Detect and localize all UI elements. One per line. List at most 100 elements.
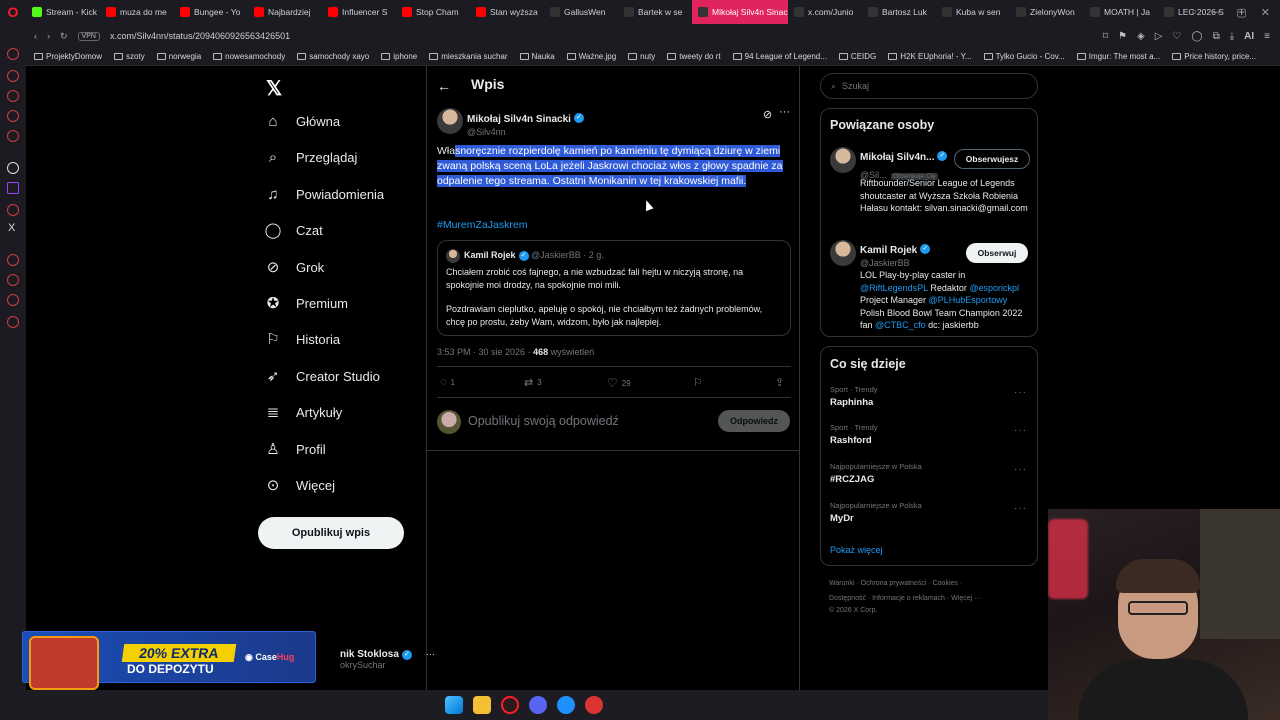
back-arrow-icon[interactable]: ← <box>437 78 451 94</box>
download-icon[interactable]: ⤓ <box>1230 31 1234 42</box>
bookmark-item[interactable]: mieszkania suchar <box>429 52 508 61</box>
browser-tab[interactable]: Kuba w sen <box>936 0 1010 24</box>
bookmark-item[interactable]: CEIDG <box>838 52 876 61</box>
ad-banner[interactable]: 20% EXTRA DO DEPOZYTU ◉ CaseHug <box>22 631 316 690</box>
bookmark-page-icon[interactable]: ⚑ <box>1118 31 1127 42</box>
discord-icon[interactable] <box>529 696 547 714</box>
person-2-info[interactable]: Kamil Rojek ✓ @JaskierBB <box>860 240 931 268</box>
post-button[interactable]: Opublikuj wpis <box>258 517 404 549</box>
minimize-icon[interactable]: — <box>1211 6 1222 18</box>
footer-links[interactable]: Dostępność · Informacje o reklamach · Wi… <box>829 595 981 602</box>
profile-icon[interactable]: ◯ <box>1191 31 1202 42</box>
author-handle[interactable]: @Silv4nn <box>467 127 584 137</box>
browser-tab[interactable]: Stop Cham <box>396 0 470 24</box>
author-avatar[interactable] <box>437 108 463 134</box>
browser-tab[interactable]: Najbardziej <box>248 0 322 24</box>
sidebar-app-icon[interactable] <box>7 48 19 60</box>
shield-icon[interactable]: ◈ <box>1137 31 1145 42</box>
bookmark-action[interactable]: ⚐ <box>693 376 703 389</box>
windows-start-icon[interactable] <box>445 696 463 714</box>
reply-action[interactable]: ◌ 1 <box>440 376 455 388</box>
heart-icon[interactable]: ♡ <box>1172 31 1181 42</box>
bookmark-item[interactable]: szoty <box>114 52 145 61</box>
sidebar-app-icon[interactable] <box>7 294 19 306</box>
sidebar-app-icon[interactable] <box>7 90 19 102</box>
nav-item-chat[interactable]: ◯ Czat <box>264 221 323 239</box>
bookmark-item[interactable]: samochody xayo <box>297 52 369 61</box>
bio-link[interactable]: @esporickpl <box>969 283 1019 293</box>
back-icon[interactable]: ‹ <box>34 31 37 41</box>
bookmark-item[interactable]: nowesamochody <box>213 52 285 61</box>
bookmark-item[interactable]: Nauka <box>519 52 555 61</box>
post-hashtag[interactable]: #MuremZaJaskrem <box>437 219 527 231</box>
nav-item-user[interactable]: ♙ Profil <box>264 440 325 458</box>
nav-item-bookmark[interactable]: ⚐ Historia <box>264 330 340 348</box>
nav-item-rocket[interactable]: ➶ Creator Studio <box>264 367 380 385</box>
follow-button[interactable]: Obserwuj <box>966 243 1028 263</box>
reply-button[interactable]: Odpowiedz <box>718 410 790 432</box>
sidebar-app-icon[interactable] <box>7 110 19 122</box>
sidebar-app-icon[interactable] <box>7 204 19 216</box>
sidebar-app-icon[interactable] <box>7 162 19 174</box>
sidebar-app-icon[interactable] <box>7 254 19 266</box>
reply-input[interactable]: Opublikuj swoją odpowiedź <box>468 414 619 428</box>
bio-link[interactable]: @PLHubEsportowy <box>929 295 1008 305</box>
browser-tab[interactable]: Influencer S <box>322 0 396 24</box>
nav-item-bell[interactable]: ♫ Powiadomienia <box>264 185 384 203</box>
bookmark-item[interactable]: Tylko Gucio - Cov... <box>983 52 1065 61</box>
following-button[interactable]: Obserwujesz <box>954 149 1030 169</box>
post-more-icon[interactable]: ··· <box>779 106 790 118</box>
forward-icon[interactable]: › <box>47 31 50 41</box>
nav-item-grok[interactable]: ⊘ Grok <box>264 258 324 276</box>
bookmark-item[interactable]: Imgur: The most a... <box>1076 52 1160 61</box>
play-icon[interactable]: ▷ <box>1155 31 1163 42</box>
app-icon[interactable] <box>585 696 603 714</box>
messenger-icon[interactable] <box>557 696 575 714</box>
repost-action[interactable]: ⇄ 3 <box>524 376 542 389</box>
x-logo-icon[interactable]: 𝕏 <box>266 76 282 101</box>
browser-tab[interactable]: MOATH | Ja <box>1084 0 1158 24</box>
search-tabs-icon[interactable]: ⌕ <box>1191 6 1197 19</box>
browser-tab[interactable]: x.com/Junio <box>788 0 862 24</box>
browser-tab[interactable]: ZielonyWon <box>1010 0 1084 24</box>
grok-icon[interactable]: ⊘ <box>763 108 772 121</box>
person-avatar[interactable] <box>830 240 856 266</box>
browser-tab[interactable]: Bartek w se <box>618 0 692 24</box>
quoted-post[interactable]: Kamil Rojek ✓ @JaskierBB · 2 g. Chciałem … <box>437 240 791 336</box>
opera-logo-icon[interactable]: O <box>0 0 26 24</box>
bookmark-item[interactable]: norwegia <box>156 52 201 61</box>
close-window-icon[interactable]: ✕ <box>1261 6 1270 19</box>
tab-active[interactable]: Mikołaj Silv4n Sinacki <box>692 0 788 24</box>
nav-item-premium[interactable]: ✪ Premium <box>264 294 348 312</box>
trend-more-icon[interactable]: ··· <box>1014 425 1027 436</box>
sidebar-app-icon[interactable] <box>7 70 19 82</box>
trend-more-icon[interactable]: ··· <box>1014 464 1027 475</box>
bookmark-item[interactable]: Price history, price... <box>1172 52 1256 61</box>
browser-tab[interactable]: Bungee - Yo <box>174 0 248 24</box>
vpn-badge[interactable]: VPN <box>77 31 100 41</box>
browser-tab[interactable]: GallusWen <box>544 0 618 24</box>
bookmark-item[interactable]: ProjektyDomow <box>34 52 102 61</box>
x-sidebar-icon[interactable]: X <box>8 222 15 234</box>
twitch-icon[interactable] <box>7 182 19 194</box>
browser-tab[interactable]: Bartosz Luk <box>862 0 936 24</box>
bookmark-item[interactable]: iphone <box>381 52 417 61</box>
trend-more-icon[interactable]: ··· <box>1014 503 1027 514</box>
person-avatar[interactable] <box>830 147 856 173</box>
nav-item-more[interactable]: ⊙ Więcej <box>264 476 335 494</box>
nav-item-home[interactable]: ⌂ Główna <box>264 112 340 130</box>
like-action[interactable]: ♡ 29 <box>607 376 631 390</box>
bookmark-item[interactable]: tweety do rt <box>667 52 721 61</box>
bookmark-item[interactable]: 94 League of Legend... <box>732 52 827 61</box>
sidebar-app-icon[interactable] <box>7 130 19 142</box>
trend-more-icon[interactable]: ··· <box>1014 387 1027 398</box>
extensions-icon[interactable]: ⧉ <box>1213 31 1220 42</box>
settings-icon[interactable] <box>7 316 19 328</box>
maximize-icon[interactable]: ▢ <box>1236 6 1246 19</box>
footer-links[interactable]: Warunki · Ochrona prywatności · Cookies … <box>829 580 962 587</box>
nav-item-article[interactable]: ≣ Artykuły <box>264 403 343 421</box>
sidebar-app-icon[interactable] <box>7 274 19 286</box>
account-switcher[interactable]: nik Stoklosa ✓ ··· okrySuchar <box>340 649 435 670</box>
share-action[interactable]: ⇪ <box>775 376 784 389</box>
menu-icon[interactable]: ≡ <box>1264 31 1270 42</box>
